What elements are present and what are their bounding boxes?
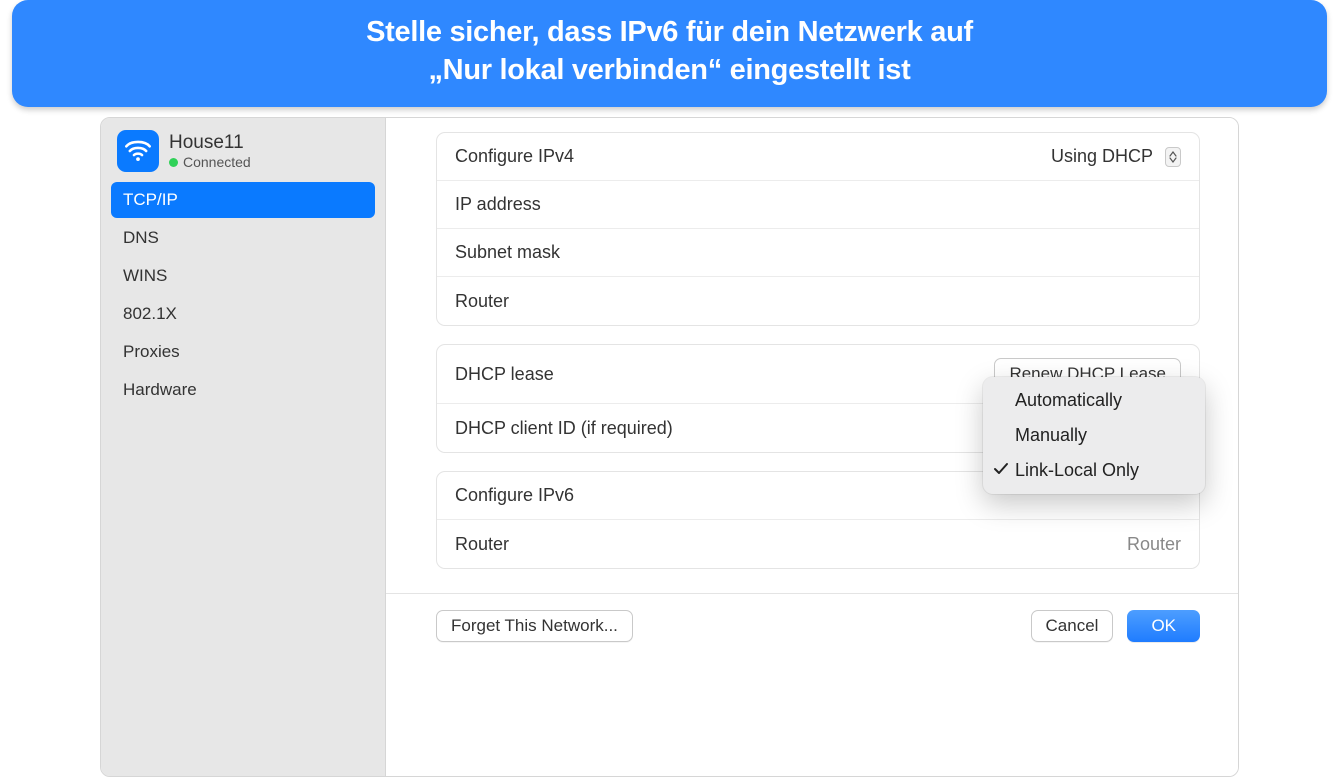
ipv6-option-automatically[interactable]: Automatically: [983, 383, 1205, 418]
network-settings-window: House11 Connected TCP/IP DNS WINS 802.1X…: [100, 117, 1239, 777]
forget-network-button[interactable]: Forget This Network...: [436, 610, 633, 642]
row-ip-address: IP address: [437, 181, 1199, 229]
banner-line2: „Nur lokal verbinden“ eingestellt ist: [428, 54, 910, 86]
ok-button[interactable]: OK: [1127, 610, 1200, 642]
chevron-updown-icon: [1165, 147, 1181, 167]
sidebar-item-proxies[interactable]: Proxies: [111, 334, 375, 370]
check-icon: [993, 461, 1009, 477]
sidebar-item-dns[interactable]: DNS: [111, 220, 375, 256]
label-configure-ipv4: Configure IPv4: [455, 146, 574, 167]
cancel-button[interactable]: Cancel: [1031, 610, 1114, 642]
banner-line1: Stelle sicher, dass IPv6 für dein Netzwe…: [366, 16, 973, 48]
instruction-banner: Stelle sicher, dass IPv6 für dein Netzwe…: [12, 0, 1327, 107]
ipv6-option-link-local-only-label: Link-Local Only: [1015, 460, 1139, 480]
dialog-footer: Forget This Network... Cancel OK: [436, 594, 1200, 642]
ipv6-card: Configure IPv6 Automatically Manually Li…: [436, 471, 1200, 569]
label-router-ipv4: Router: [455, 291, 509, 312]
label-ip-address: IP address: [455, 194, 541, 215]
ipv6-option-manually[interactable]: Manually: [983, 418, 1205, 453]
ipv6-dropdown-menu: Automatically Manually Link-Local Only: [983, 377, 1205, 494]
network-header: House11 Connected: [111, 126, 375, 182]
label-subnet-mask: Subnet mask: [455, 242, 560, 263]
status-dot-icon: [169, 158, 178, 167]
row-router-ipv6: Router Router: [437, 520, 1199, 568]
label-router-ipv6: Router: [455, 534, 509, 555]
row-configure-ipv6: Configure IPv6 Automatically Manually Li…: [437, 472, 1199, 520]
ipv4-card: Configure IPv4 Using DHCP IP address Sub…: [436, 132, 1200, 326]
network-status-label: Connected: [183, 154, 251, 170]
sidebar-item-wins[interactable]: WINS: [111, 258, 375, 294]
label-dhcp-client-id: DHCP client ID (if required): [455, 418, 673, 439]
sidebar-item-8021x[interactable]: 802.1X: [111, 296, 375, 332]
sidebar-item-tcpip[interactable]: TCP/IP: [111, 182, 375, 218]
select-ipv4-value: Using DHCP: [1051, 146, 1153, 167]
ipv6-option-link-local-only[interactable]: Link-Local Only: [983, 453, 1205, 488]
select-configure-ipv4[interactable]: Using DHCP: [1051, 146, 1181, 167]
sidebar-item-hardware[interactable]: Hardware: [111, 372, 375, 408]
label-dhcp-lease: DHCP lease: [455, 364, 554, 385]
row-subnet-mask: Subnet mask: [437, 229, 1199, 277]
network-name: House11: [169, 132, 251, 154]
row-router-ipv4: Router: [437, 277, 1199, 325]
wifi-icon: [117, 130, 159, 172]
network-status: Connected: [169, 154, 251, 170]
row-configure-ipv4: Configure IPv4 Using DHCP: [437, 133, 1199, 181]
value-router-ipv6: Router: [1127, 534, 1181, 555]
settings-content: Configure IPv4 Using DHCP IP address Sub…: [386, 118, 1238, 776]
settings-sidebar: House11 Connected TCP/IP DNS WINS 802.1X…: [101, 118, 386, 776]
label-configure-ipv6: Configure IPv6: [455, 485, 574, 506]
